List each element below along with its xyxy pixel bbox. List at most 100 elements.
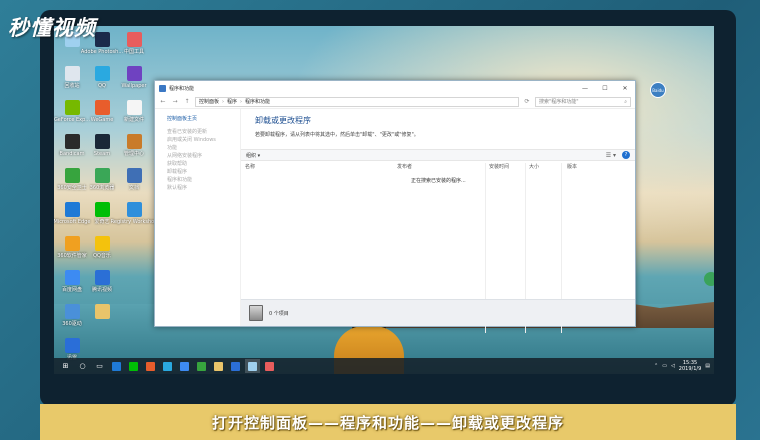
window-titlebar[interactable]: 程序和功能 — ☐ ✕ [155, 81, 635, 95]
network-icon[interactable]: ▭ [662, 363, 667, 369]
search-placeholder: 搜索"程序和功能" [539, 99, 579, 105]
column-size[interactable]: 大小 [529, 163, 539, 170]
column-version[interactable]: 版本 [567, 163, 577, 170]
desktop-shortcut-label: Steam [93, 151, 111, 157]
address-bar[interactable]: 控制面板 › 程序 › 程序和功能 [195, 96, 519, 107]
clock[interactable]: 15:35 2019/1/9 [679, 360, 701, 372]
taskbar-app-4[interactable] [160, 359, 175, 373]
column-name[interactable]: 名称 [245, 163, 255, 170]
taskbar-app-5[interactable] [177, 359, 192, 373]
app-icon [197, 361, 206, 371]
desktop-shortcut-label: Wallpaper [121, 83, 147, 89]
taskbar-items: ⊞ ○ ▭ [58, 359, 277, 373]
close-button[interactable]: ✕ [615, 81, 635, 95]
app-icon [248, 361, 257, 371]
refresh-icon[interactable]: ⟳ [523, 98, 531, 105]
left-nav-link[interactable]: 启用或关闭 Windows [167, 136, 240, 144]
task-view-button[interactable]: ▭ [92, 359, 107, 373]
breadcrumb-control-panel[interactable]: 控制面板 [199, 98, 219, 105]
desktop-shortcut[interactable]: 360浏览器 [84, 166, 120, 200]
desktop-shortcut-label: 管理中心 [123, 151, 144, 157]
app-icon [214, 361, 223, 371]
left-nav-link[interactable]: 从网络安装程序 [167, 152, 240, 160]
desktop-shortcut[interactable]: 中国工具 [116, 30, 152, 64]
folder-icon [94, 304, 110, 319]
tencent-video-icon [94, 270, 110, 285]
notification-icon[interactable]: ▤ [705, 363, 710, 369]
desktop-shortcut[interactable]: 管理中心 [116, 132, 152, 166]
browser-360-icon [94, 168, 110, 183]
desktop-shortcut-label: 360软件管家 [57, 253, 87, 259]
desktop-shortcut[interactable]: 新建文件 [116, 98, 152, 132]
page-title: 卸载或更改程序 [255, 116, 311, 125]
search-input[interactable]: 搜索"程序和功能" ⌕ [535, 96, 631, 107]
edge-icon [64, 202, 80, 217]
desktop-shortcut[interactable]: 腾讯视频 [84, 268, 120, 302]
column-install-date[interactable]: 安装时间 [489, 163, 509, 170]
left-nav-link[interactable]: 程序和功能 [167, 176, 240, 184]
minimize-button[interactable]: — [575, 81, 595, 95]
help-icon[interactable]: ? [622, 151, 630, 159]
left-nav-link[interactable]: 默认程序 [167, 184, 240, 192]
desktop-shortcut[interactable]: 爱奇艺 [84, 200, 120, 234]
desktop-shortcut-label: 360浏览器 [89, 185, 115, 191]
desktop-screen: 回收站 GeForce Exp... Bandicam 360安全卫士 Microsof… [54, 26, 714, 374]
breadcrumb-programs[interactable]: 程序 [227, 98, 237, 105]
taskbar-app-8[interactable] [228, 359, 243, 373]
search-icon: ⌕ [624, 98, 627, 105]
side-float-icon[interactable] [704, 272, 714, 286]
left-nav-link[interactable]: 功能 [167, 144, 240, 152]
volume-icon[interactable]: ◁ [671, 363, 675, 369]
organize-button[interactable]: 组织 ▾ [246, 152, 260, 159]
forward-arrow-icon[interactable]: → [171, 98, 179, 105]
view-options-button[interactable]: ☰ ▾ [606, 152, 616, 159]
search-button[interactable]: ○ [75, 359, 90, 373]
left-nav-link[interactable]: 查看已安装的更新 [167, 128, 240, 136]
app-icon [146, 361, 155, 371]
back-arrow-icon[interactable]: ← [159, 98, 167, 105]
desktop-shortcut-label: 文档 [128, 185, 139, 191]
programs-status-icon [249, 305, 263, 321]
desktop-shortcut-label: 爱奇艺 [94, 219, 110, 225]
caption-text: 打开控制面板——程序和功能——卸载或更改程序 [211, 413, 564, 432]
wallpaper-icon [126, 66, 142, 81]
desktop-shortcut-label: 新建文件 [123, 117, 144, 123]
manage-icon [126, 134, 142, 149]
tray-expand-icon[interactable]: ⌃ [654, 363, 658, 369]
desktop-shortcut[interactable] [84, 302, 120, 336]
qq-icon [94, 66, 110, 81]
desktop-shortcut[interactable]: Wallpaper [116, 64, 152, 98]
desktop-shortcut[interactable]: WeGame [84, 98, 120, 132]
taskbar-app-6[interactable] [194, 359, 209, 373]
control-panel-home-link[interactable]: 控制面板主页 [167, 115, 240, 122]
desktop-shortcut-label: Bandicam [59, 151, 85, 157]
left-nav-link[interactable]: 卸载程序 [167, 168, 240, 176]
clock-date: 2019/1/9 [678, 366, 702, 372]
desktop-shortcut-label: 360驱动 [62, 321, 82, 327]
iqiyi-icon [94, 202, 110, 217]
column-publisher[interactable]: 发布者 [397, 163, 412, 170]
desktop-shortcut[interactable]: QQ [84, 64, 120, 98]
system-tray: ⌃ ▭ ◁ 15:35 2019/1/9 ▤ [654, 358, 710, 374]
start-button[interactable]: ⊞ [58, 359, 73, 373]
taskbar-app-active[interactable] [245, 359, 260, 373]
taskbar: ⊞ ○ ▭ ⌃ ▭ ◁ 15:35 2019/1/9 ▤ [54, 358, 714, 374]
desktop-shortcut[interactable]: Steam [84, 132, 120, 166]
left-nav-link[interactable]: 获取帮助 [167, 160, 240, 168]
desktop-shortcut[interactable]: QQ音乐 [84, 234, 120, 268]
desktop-shortcut[interactable]: 文档 [116, 166, 152, 200]
doc-icon [126, 168, 142, 183]
desktop-shortcut[interactable]: Registry Workshop [111, 200, 157, 234]
taskbar-app-3[interactable] [143, 359, 158, 373]
up-arrow-icon[interactable]: ↑ [183, 98, 191, 105]
desktop-shortcut-label: 腾讯视频 [91, 287, 112, 293]
taskbar-app-1[interactable] [109, 359, 124, 373]
user-avatar[interactable]: Baidu [650, 82, 666, 98]
taskbar-app-7[interactable] [211, 359, 226, 373]
taskbar-app-9[interactable] [262, 359, 277, 373]
desktop-icons-column-2: Adobe Photosh... QQ WeGame Steam 360浏览器 爱奇艺 QQ… [81, 30, 123, 336]
maximize-button[interactable]: ☐ [595, 81, 615, 95]
desktop-shortcut-label: WeGame [90, 117, 114, 123]
taskbar-app-2[interactable] [126, 359, 141, 373]
breadcrumb-programs-features[interactable]: 程序和功能 [245, 98, 270, 105]
